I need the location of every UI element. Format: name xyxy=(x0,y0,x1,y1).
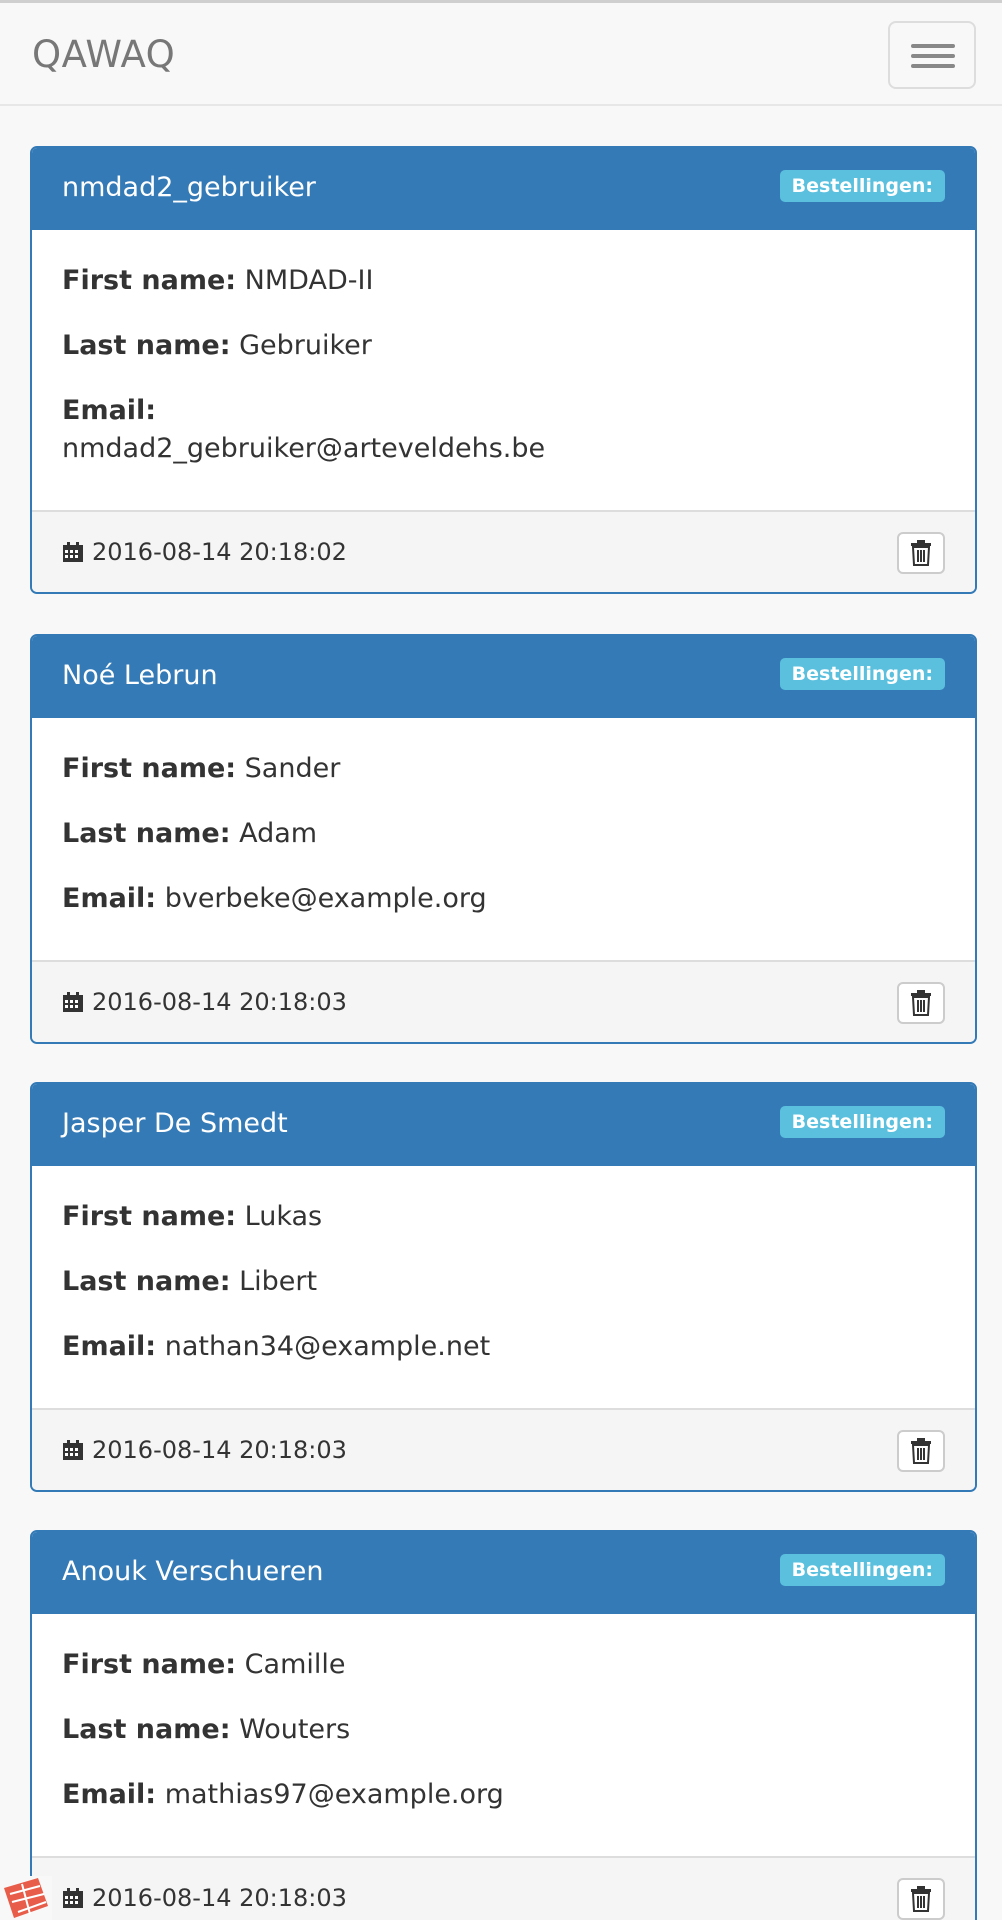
calendar-icon xyxy=(63,1888,83,1908)
email-label: Email: xyxy=(62,1331,157,1362)
trash-icon xyxy=(911,1438,931,1464)
orders-badge: Bestellingen: xyxy=(779,658,945,690)
created-timestamp: 2016-08-14 20:18:03 xyxy=(62,988,347,1016)
last-name-value: Wouters xyxy=(239,1714,351,1745)
last-name-row: Last name: Wouters xyxy=(62,1711,945,1749)
created-date: 2016-08-14 20:18:03 xyxy=(92,1436,347,1464)
first-name-row: First name: Sander xyxy=(62,750,945,788)
card-body: First name: Sander Last name: Adam Email… xyxy=(32,718,975,960)
user-card: Noé Lebrun Bestellingen: First name: San… xyxy=(30,634,977,1044)
email-row: Email: mathias97@example.org xyxy=(62,1776,945,1814)
orders-badge: Bestellingen: xyxy=(779,1554,945,1586)
first-name-value: Camille xyxy=(244,1649,346,1680)
email-row: Email: nmdad2_gebruiker@arteveldehs.be xyxy=(62,392,945,468)
user-title: nmdad2_gebruiker xyxy=(62,172,316,203)
user-title: Anouk Verschueren xyxy=(62,1556,324,1587)
created-date: 2016-08-14 20:18:03 xyxy=(92,988,347,1016)
last-name-label: Last name: xyxy=(62,1266,231,1297)
first-name-label: First name: xyxy=(62,265,237,296)
email-row: Email: nathan34@example.net xyxy=(62,1328,945,1366)
card-footer: 2016-08-14 20:18:03 xyxy=(32,960,975,1042)
user-card: nmdad2_gebruiker Bestellingen: First nam… xyxy=(30,146,977,594)
created-timestamp: 2016-08-14 20:18:03 xyxy=(62,1884,347,1912)
trash-icon xyxy=(911,990,931,1016)
last-name-label: Last name: xyxy=(62,1714,231,1745)
first-name-row: First name: Camille xyxy=(62,1646,945,1684)
card-footer: 2016-08-14 20:18:02 xyxy=(32,510,975,592)
created-date: 2016-08-14 20:18:02 xyxy=(92,538,347,566)
card-footer: 2016-08-14 20:18:03 xyxy=(32,1408,975,1490)
calendar-icon xyxy=(63,542,83,562)
hamburger-menu-icon-bar xyxy=(911,64,955,68)
brand-logo[interactable]: QAWAQ xyxy=(32,33,175,76)
trash-icon xyxy=(911,1886,931,1912)
email-label: Email: xyxy=(62,883,157,914)
first-name-row: First name: Lukas xyxy=(62,1198,945,1236)
email-value: nathan34@example.net xyxy=(164,1331,491,1362)
first-name-value: Lukas xyxy=(244,1201,323,1232)
created-date: 2016-08-14 20:18:03 xyxy=(92,1884,347,1912)
last-name-label: Last name: xyxy=(62,330,231,361)
card-header: Anouk Verschueren Bestellingen: xyxy=(32,1532,975,1614)
last-name-value: Gebruiker xyxy=(239,330,372,361)
debug-toolbar-icon xyxy=(4,1878,48,1918)
last-name-label: Last name: xyxy=(62,818,231,849)
calendar-icon xyxy=(63,1440,83,1460)
card-header: Jasper De Smedt Bestellingen: xyxy=(32,1084,975,1166)
card-body: First name: NMDAD-II Last name: Gebruike… xyxy=(32,230,975,510)
first-name-value: NMDAD-II xyxy=(244,265,374,296)
created-timestamp: 2016-08-14 20:18:03 xyxy=(62,1436,347,1464)
hamburger-menu-icon-bar xyxy=(911,54,955,58)
user-title: Noé Lebrun xyxy=(62,660,218,691)
email-value: bverbeke@example.org xyxy=(164,883,487,914)
menu-toggle-button[interactable] xyxy=(888,21,976,89)
first-name-row: First name: NMDAD-II xyxy=(62,262,945,300)
orders-badge: Bestellingen: xyxy=(779,170,945,202)
card-footer: 2016-08-14 20:18:03 xyxy=(32,1856,975,1920)
email-value: nmdad2_gebruiker@arteveldehs.be xyxy=(62,433,546,464)
card-body: First name: Lukas Last name: Libert Emai… xyxy=(32,1166,975,1408)
calendar-icon xyxy=(63,992,83,1012)
first-name-label: First name: xyxy=(62,1649,237,1680)
card-body: First name: Camille Last name: Wouters E… xyxy=(32,1614,975,1856)
email-label: Email: xyxy=(62,1779,157,1810)
navbar: QAWAQ xyxy=(0,0,1002,106)
orders-badge: Bestellingen: xyxy=(779,1106,945,1138)
last-name-row: Last name: Libert xyxy=(62,1263,945,1301)
first-name-label: First name: xyxy=(62,753,237,784)
created-timestamp: 2016-08-14 20:18:02 xyxy=(62,538,347,566)
user-card: Anouk Verschueren Bestellingen: First na… xyxy=(30,1530,977,1920)
delete-button[interactable] xyxy=(897,1430,945,1472)
email-label: Email: xyxy=(62,395,157,426)
card-header: nmdad2_gebruiker Bestellingen: xyxy=(32,148,975,230)
last-name-row: Last name: Adam xyxy=(62,815,945,853)
delete-button[interactable] xyxy=(897,982,945,1024)
trash-icon xyxy=(911,540,931,566)
user-card: Jasper De Smedt Bestellingen: First name… xyxy=(30,1082,977,1492)
email-row: Email: bverbeke@example.org xyxy=(62,880,945,918)
delete-button[interactable] xyxy=(897,532,945,574)
user-title: Jasper De Smedt xyxy=(62,1108,288,1139)
last-name-row: Last name: Gebruiker xyxy=(62,327,945,365)
hamburger-menu-icon xyxy=(911,44,955,48)
last-name-value: Adam xyxy=(239,818,318,849)
first-name-label: First name: xyxy=(62,1201,237,1232)
first-name-value: Sander xyxy=(244,753,341,784)
delete-button[interactable] xyxy=(897,1878,945,1920)
email-value: mathias97@example.org xyxy=(164,1779,504,1810)
last-name-value: Libert xyxy=(239,1266,318,1297)
debug-toolbar-logo[interactable] xyxy=(0,1876,52,1920)
card-header: Noé Lebrun Bestellingen: xyxy=(32,636,975,718)
